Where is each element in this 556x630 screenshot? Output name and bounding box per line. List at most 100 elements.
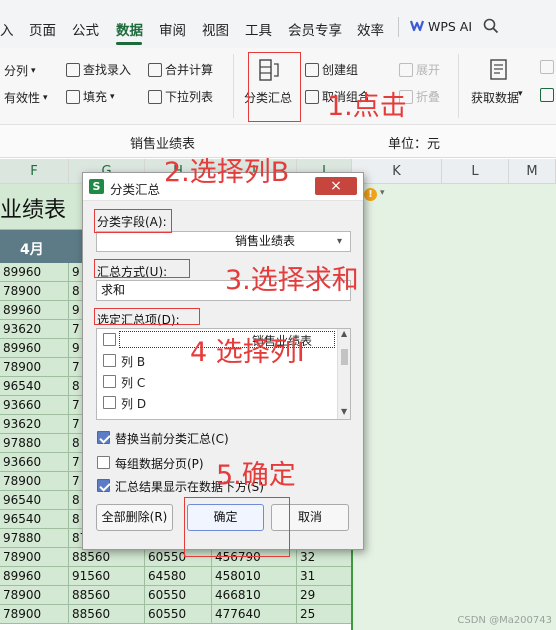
column-header-f[interactable]: F [0,159,69,184]
list-scrollbar[interactable]: ▲ ▼ [337,329,350,419]
ribbon-divider [233,54,234,118]
table-cell[interactable]: 93620 [0,415,69,434]
table-cell[interactable]: 60550 [145,586,212,605]
field-select[interactable]: 销售业绩表 ▾ [96,231,351,252]
table-cell[interactable]: 88560 [69,586,145,605]
list-item-label: 列 B [121,355,146,369]
create-group-label: 创建组 [322,63,359,77]
table-cell[interactable]: 78900 [0,605,69,624]
table-cell[interactable]: 97880 [0,529,69,548]
column-header-m[interactable]: M [509,159,556,184]
table-cell[interactable]: 88560 [69,605,145,624]
table-cell[interactable]: 32 [297,548,352,567]
list-item[interactable]: 列 D [97,393,337,412]
consolidate-icon [148,62,162,77]
menu-page[interactable]: 页面 [29,19,56,39]
scroll-thumb[interactable] [341,349,348,365]
chevron-down-icon: ▾ [337,236,343,247]
validity-label: 有效性 [4,91,41,105]
table-cell[interactable]: 96540 [0,377,69,396]
scroll-down-icon[interactable]: ▼ [341,407,347,416]
big-title-text: 业绩表 [0,198,67,223]
table-cell[interactable]: 89960 [0,301,69,320]
table-cell[interactable]: 96540 [0,491,69,510]
replace-checkbox[interactable] [97,431,110,444]
validity-button[interactable]: 有效性 ▾ [4,89,48,106]
table-cell[interactable]: 78900 [0,548,69,567]
expand-button[interactable]: 展开 [399,61,440,78]
table-cell[interactable]: 64580 [145,567,212,586]
item-checkbox[interactable] [103,354,116,367]
get-data-button[interactable]: 获取数据 ▾ [468,53,528,115]
table-cell[interactable]: 88560 [69,548,145,567]
list-item[interactable]: 列 C [97,372,337,391]
table-cell[interactable]: 91560 [69,567,145,586]
column-header-k[interactable]: K [352,159,442,184]
menu-divider [398,17,399,37]
menu-view[interactable]: 视图 [202,19,229,39]
table-cell[interactable]: 78900 [0,282,69,301]
table-cell[interactable]: 93620 [0,320,69,339]
dropdown-list-button[interactable]: 下拉列表 [148,88,213,105]
fill-icon [66,89,80,104]
list-item-label: 列 D [121,397,147,411]
chevron-down-icon: ▾ [518,89,523,99]
refresh-icon[interactable] [540,88,554,102]
lookup-entry-label: 查找录入 [83,63,132,77]
search-icon[interactable] [482,17,500,35]
wps-ai-button[interactable]: WPS AI [428,19,472,34]
menu-tools[interactable]: 工具 [245,19,272,39]
summary-below-checkbox[interactable] [97,479,110,492]
table-cell[interactable]: 96540 [0,510,69,529]
table-cell[interactable]: 31 [297,567,352,586]
more-tools-icon[interactable] [540,60,554,74]
create-group-icon [305,62,319,77]
table-cell[interactable]: 93660 [0,453,69,472]
page-break-checkbox[interactable] [97,456,110,469]
item-checkbox[interactable] [103,396,116,409]
warning-icon[interactable]: ! [364,188,377,201]
menu-insert[interactable]: 入 [0,19,14,39]
chevron-down-icon[interactable]: ▾ [380,188,385,198]
chevron-down-icon: ▾ [31,65,36,76]
item-checkbox[interactable] [103,375,116,388]
delete-all-button[interactable]: 全部删除(R) [96,504,173,531]
selected-area-shade [352,184,556,630]
table-cell[interactable]: 78900 [0,358,69,377]
annotation-step2: 2.选择列B [164,157,290,188]
menu-data[interactable]: 数据 [116,19,143,39]
table-cell[interactable]: 25 [297,605,352,624]
table-cell[interactable]: 78900 [0,472,69,491]
consolidate-button[interactable]: 合并计算 [148,61,213,78]
table-cell[interactable]: 89960 [0,567,69,586]
create-group-button[interactable]: 创建组 [305,61,358,78]
split-column-button[interactable]: 分列 ▾ [4,62,36,79]
table-cell[interactable]: 89960 [0,263,69,282]
method-select-value: 求和 [101,283,126,297]
table-cell[interactable]: 458010 [212,567,297,586]
item-checkbox[interactable] [103,333,116,346]
lookup-entry-button[interactable]: 查找录入 [66,61,131,78]
table-cell[interactable]: 97880 [0,434,69,453]
close-icon[interactable]: × [315,177,357,195]
scroll-up-icon[interactable]: ▲ [341,329,347,338]
annotation-box-items [94,308,200,325]
menu-efficiency[interactable]: 效率 [357,19,384,39]
annotation-step4: 4 选择列I [190,337,305,368]
table-cell[interactable]: 89960 [0,339,69,358]
menu-member[interactable]: 会员专享 [288,19,342,39]
table-cell[interactable]: 477640 [212,605,297,624]
menu-review[interactable]: 审阅 [159,19,186,39]
table-cell[interactable]: 29 [297,586,352,605]
table-cell[interactable]: 466810 [212,586,297,605]
column-header-l[interactable]: L [442,159,509,184]
app-s-icon: S [89,179,104,194]
list-item-label: 列 C [121,376,146,390]
fill-button[interactable]: 填充 ▾ [66,88,115,105]
menu-bar: 入 页面 公式 数据 审阅 视图 工具 会员专享 效率 WPS AI [0,0,556,48]
wps-ai-logo-icon [410,20,424,32]
table-cell[interactable]: 78900 [0,586,69,605]
table-cell[interactable]: 93660 [0,396,69,415]
table-cell[interactable]: 60550 [145,605,212,624]
menu-formula[interactable]: 公式 [72,19,99,39]
